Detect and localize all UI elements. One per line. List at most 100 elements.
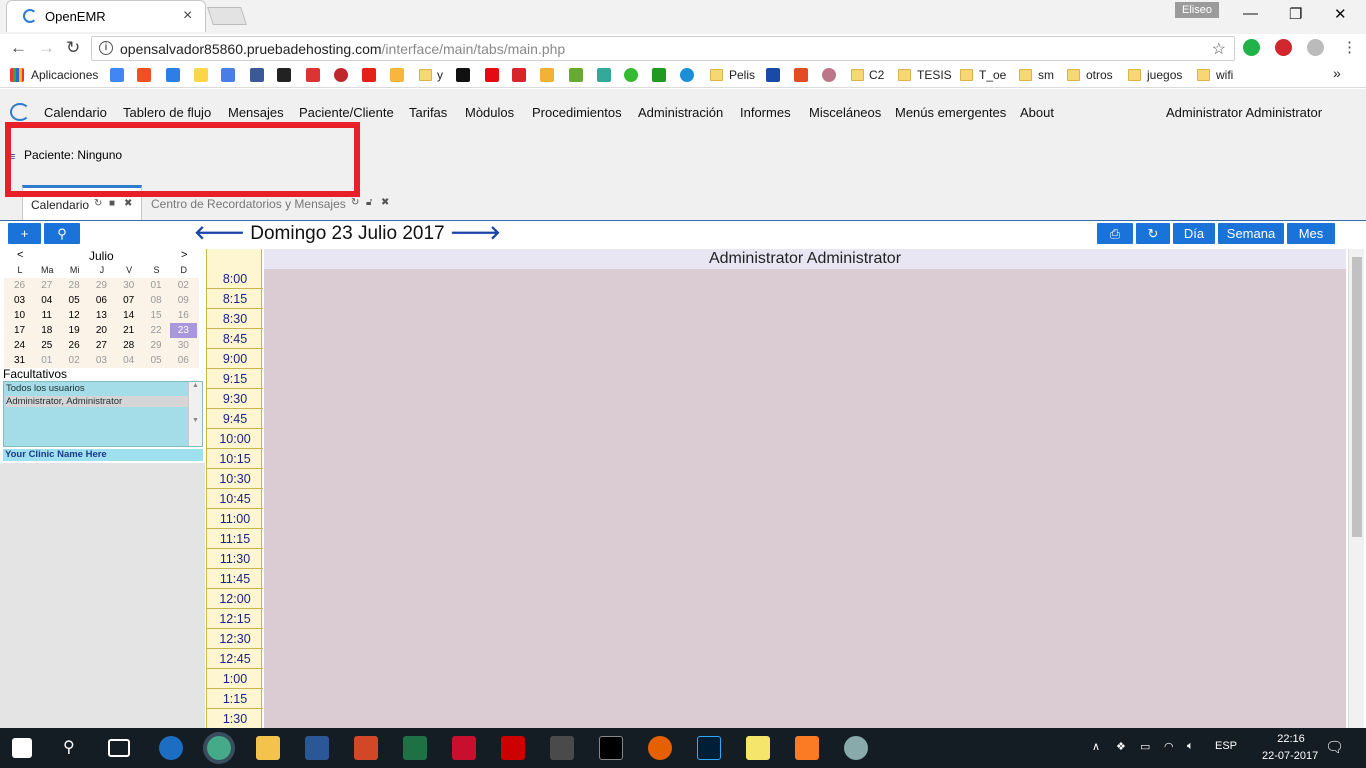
next-day-icon[interactable]: 🡒︎ bbox=[450, 223, 501, 244]
forward-icon[interactable]: → bbox=[38, 38, 55, 58]
refresh-tab-icon[interactable]: ↻ bbox=[94, 198, 102, 209]
bookmark-icon[interactable] bbox=[680, 68, 694, 82]
bookmark-icon[interactable] bbox=[822, 68, 836, 82]
adblock-icon[interactable] bbox=[1275, 39, 1292, 56]
site-info-icon[interactable]: i bbox=[99, 41, 113, 55]
bookmark-icon[interactable] bbox=[334, 68, 348, 82]
close-tab-icon[interactable]: × bbox=[183, 7, 192, 25]
providers-scrollbar[interactable]: ▲ ▼ bbox=[188, 382, 202, 446]
mini-calendar-day[interactable]: 05 bbox=[143, 353, 170, 368]
volume-icon[interactable]: 🔈︎ bbox=[1187, 740, 1194, 753]
mini-calendar-day[interactable]: 07 bbox=[115, 293, 142, 308]
extension-check-icon[interactable] bbox=[1243, 39, 1260, 56]
language-indicator[interactable]: ESP bbox=[1215, 740, 1237, 752]
mini-calendar-day[interactable]: 20 bbox=[88, 323, 115, 338]
mini-calendar-day[interactable]: 04 bbox=[115, 353, 142, 368]
terminal-icon[interactable] bbox=[599, 736, 623, 760]
keep-icon[interactable] bbox=[194, 68, 208, 82]
close-tab-icon[interactable]: ✖ bbox=[124, 198, 132, 209]
time-slot[interactable]: 9:30 bbox=[207, 389, 263, 409]
acrobat-icon[interactable] bbox=[452, 736, 476, 760]
menu-procedimientos[interactable]: Procedimientos bbox=[532, 105, 622, 120]
menu-miscelaneos[interactable]: Misceláneos bbox=[809, 105, 881, 120]
openemr-logo-icon[interactable] bbox=[10, 103, 30, 121]
dropbox-icon[interactable] bbox=[166, 68, 180, 82]
mini-calendar-day[interactable]: 05 bbox=[61, 293, 88, 308]
time-slot[interactable]: 8:30 bbox=[207, 309, 263, 329]
time-slot[interactable]: 9:15 bbox=[207, 369, 263, 389]
sticky-notes-icon[interactable] bbox=[746, 736, 770, 760]
bookmark-icon[interactable] bbox=[540, 68, 554, 82]
menu-paciente[interactable]: Paciente/Cliente bbox=[299, 105, 394, 120]
bookmark-folder-sm[interactable]: sm bbox=[1038, 68, 1054, 82]
mini-calendar-day[interactable]: 30 bbox=[170, 338, 197, 353]
time-slot[interactable]: 1:00 bbox=[207, 669, 263, 689]
mini-calendar-day[interactable]: 02 bbox=[170, 278, 197, 293]
mini-prev-month[interactable]: < bbox=[17, 249, 23, 261]
mini-calendar-day[interactable]: 23 bbox=[169, 323, 197, 338]
mini-calendar-day[interactable]: 02 bbox=[61, 353, 88, 368]
time-slot[interactable]: 8:45 bbox=[207, 329, 263, 349]
mini-calendar-day[interactable]: 11 bbox=[33, 308, 60, 323]
start-icon[interactable] bbox=[12, 738, 32, 758]
extension-drive-icon[interactable] bbox=[1307, 39, 1324, 56]
bookmark-folder-toe[interactable]: T_oe bbox=[979, 68, 1006, 82]
mini-calendar-day[interactable]: 24 bbox=[6, 338, 33, 353]
chrome-menu-icon[interactable]: ⋮ bbox=[1342, 38, 1357, 56]
powerpoint-icon[interactable] bbox=[354, 736, 378, 760]
time-slot[interactable]: 12:45 bbox=[207, 649, 263, 669]
bookmark-aplicaciones[interactable]: Aplicaciones bbox=[31, 68, 98, 82]
profile-badge[interactable]: Eliseo bbox=[1175, 2, 1219, 18]
mini-calendar-day[interactable]: 30 bbox=[115, 278, 142, 293]
time-slot[interactable]: 11:30 bbox=[207, 549, 263, 569]
menu-user[interactable]: Administrator Administrator bbox=[1166, 105, 1322, 120]
close-tab-icon[interactable]: ✖ bbox=[381, 197, 389, 208]
mini-calendar-day[interactable]: 29 bbox=[88, 278, 115, 293]
time-slot[interactable]: 8:00 bbox=[207, 269, 263, 289]
mini-calendar-day[interactable]: 25 bbox=[33, 338, 60, 353]
photoshop-icon[interactable] bbox=[697, 736, 721, 760]
search-icon[interactable]: ⚲ bbox=[63, 737, 75, 757]
mini-calendar-day[interactable]: 17 bbox=[6, 323, 33, 338]
bookmark-folder-otros[interactable]: otros bbox=[1086, 68, 1113, 82]
youtube-icon[interactable] bbox=[362, 68, 376, 82]
mini-calendar-day[interactable]: 09 bbox=[170, 293, 197, 308]
menu-emergentes[interactable]: Menús emergentes bbox=[895, 105, 1006, 120]
bookmark-icon[interactable] bbox=[652, 68, 666, 82]
clock-date[interactable]: 22-07-2017 bbox=[1262, 750, 1318, 762]
mini-calendar-day[interactable]: 22 bbox=[143, 323, 170, 338]
bookmark-icon[interactable] bbox=[597, 68, 611, 82]
bookmark-icon[interactable] bbox=[794, 68, 808, 82]
bookmark-folder-juegos[interactable]: juegos bbox=[1147, 68, 1182, 82]
mini-calendar-day[interactable]: 03 bbox=[6, 293, 33, 308]
menu-informes[interactable]: Informes bbox=[740, 105, 791, 120]
microsoft-icon[interactable] bbox=[137, 68, 151, 82]
excel-icon[interactable] bbox=[403, 736, 427, 760]
facebook-icon[interactable] bbox=[250, 68, 264, 82]
mini-calendar-day[interactable]: 06 bbox=[88, 293, 115, 308]
mini-calendar-day[interactable]: 08 bbox=[143, 293, 170, 308]
bookmark-icon[interactable] bbox=[456, 68, 470, 82]
bookmark-icon[interactable] bbox=[624, 68, 638, 82]
providers-select[interactable]: Todos los usuarios Administrator, Admini… bbox=[3, 381, 203, 447]
apps-grid-icon[interactable] bbox=[10, 68, 24, 82]
translate-icon[interactable] bbox=[221, 68, 235, 82]
tab-recordatorios[interactable]: Centro de Recordatorios y Mensajes bbox=[151, 197, 346, 211]
new-tab-button[interactable] bbox=[207, 7, 247, 25]
time-slot[interactable]: 12:00 bbox=[207, 589, 263, 609]
time-slot[interactable]: 12:15 bbox=[207, 609, 263, 629]
xampp-icon[interactable] bbox=[795, 736, 819, 760]
lock-tab-icon[interactable]: ■ bbox=[109, 198, 115, 209]
unlock-tab-icon[interactable]: 🔓︎ bbox=[366, 197, 372, 208]
sublime-icon[interactable] bbox=[550, 736, 574, 760]
word-icon[interactable] bbox=[305, 736, 329, 760]
print-button[interactable]: ⎙ bbox=[1097, 223, 1133, 244]
time-slot[interactable]: 11:00 bbox=[207, 509, 263, 529]
menu-tarifas[interactable]: Tarifas bbox=[409, 105, 447, 120]
window-close-icon[interactable]: ✕ bbox=[1334, 5, 1347, 23]
firefox-icon[interactable] bbox=[648, 736, 672, 760]
battery-icon[interactable]: ▭ bbox=[1140, 740, 1150, 753]
time-slot[interactable]: 9:00 bbox=[207, 349, 263, 369]
mini-calendar-day[interactable]: 03 bbox=[88, 353, 115, 368]
google-icon[interactable] bbox=[110, 68, 124, 82]
